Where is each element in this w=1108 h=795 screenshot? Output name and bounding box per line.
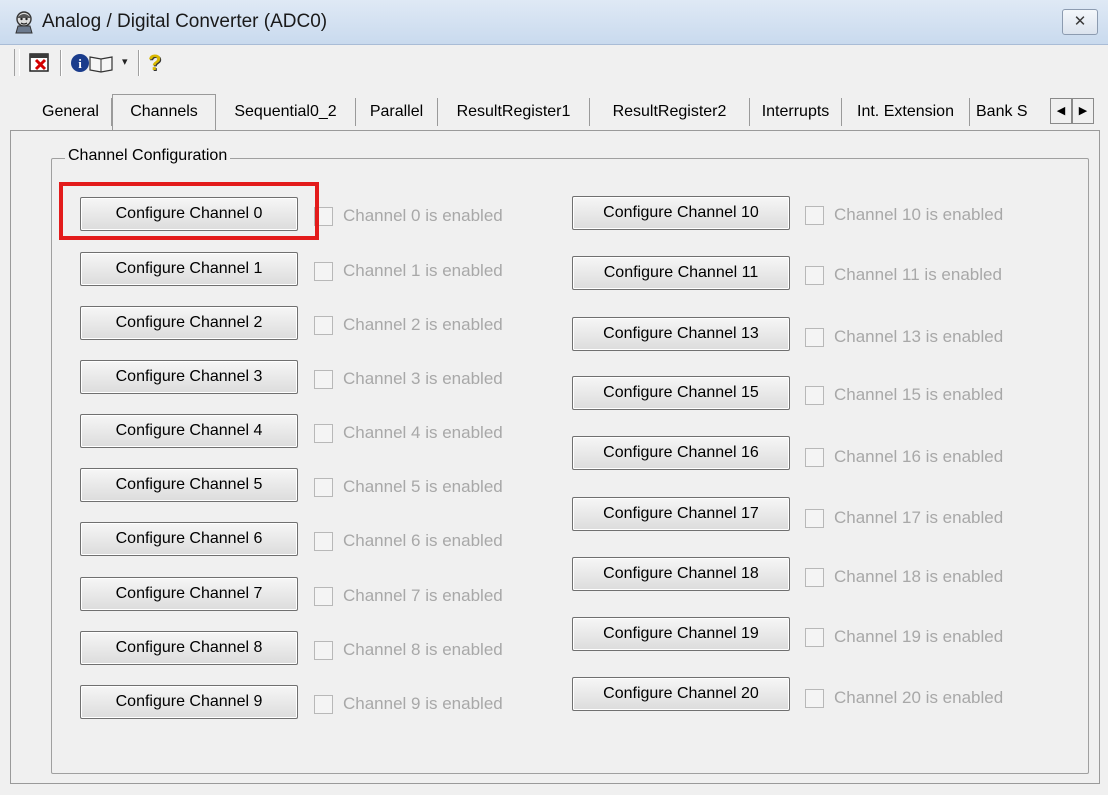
- group-title: Channel Configuration: [65, 147, 231, 165]
- channel-4-enabled-checkbox[interactable]: [314, 424, 333, 443]
- channel-9-enabled-label: Channel 9 is enabled: [343, 694, 503, 713]
- channel-15-enabled-checkbox[interactable]: [805, 386, 824, 405]
- channel-11-enabled-label: Channel 11 is enabled: [834, 265, 1002, 284]
- tab-resultregister1[interactable]: ResultRegister1: [438, 98, 590, 126]
- channel-20-enabled-checkbox[interactable]: [805, 689, 824, 708]
- info-book-icon[interactable]: i: [70, 51, 114, 75]
- channel-16-enabled-label: Channel 16 is enabled: [834, 447, 1004, 466]
- channel-8-enabled-checkbox[interactable]: [314, 641, 333, 660]
- channel-13-enabled-label: Channel 13 is enabled: [834, 327, 1004, 346]
- tab-int-extension[interactable]: Int. Extension: [842, 98, 970, 126]
- configure-channel-13-button[interactable]: Configure Channel 13: [572, 317, 790, 351]
- channel-6-enabled-label: Channel 6 is enabled: [343, 531, 503, 550]
- window-title: Analog / Digital Converter (ADC0): [42, 11, 328, 32]
- channel-4-enabled-label: Channel 4 is enabled: [343, 423, 503, 442]
- channel-10-enabled-label: Channel 10 is enabled: [834, 205, 1004, 224]
- channel-3-enabled-label: Channel 3 is enabled: [343, 369, 503, 388]
- tab-general[interactable]: General: [30, 98, 112, 126]
- channel-8-enabled-label: Channel 8 is enabled: [343, 640, 503, 659]
- configure-channel-7-button[interactable]: Configure Channel 7: [80, 577, 298, 611]
- channel-20-enabled-label: Channel 20 is enabled: [834, 688, 1004, 707]
- toolbar-separator: [138, 50, 140, 76]
- tab-sequential0-2[interactable]: Sequential0_2: [216, 98, 356, 126]
- configure-channel-16-button[interactable]: Configure Channel 16: [572, 436, 790, 470]
- title-bar: Analog / Digital Converter (ADC0) ✕: [0, 0, 1108, 45]
- channel-5-enabled-checkbox[interactable]: [314, 478, 333, 497]
- configure-channel-9-button[interactable]: Configure Channel 9: [80, 685, 298, 719]
- channel-6-enabled-checkbox[interactable]: [314, 532, 333, 551]
- channel-15-enabled-label: Channel 15 is enabled: [834, 385, 1004, 404]
- channel-16-enabled-checkbox[interactable]: [805, 448, 824, 467]
- close-window-icon[interactable]: [28, 51, 52, 75]
- channel-1-enabled-checkbox[interactable]: [314, 262, 333, 281]
- toolbar-separator: [60, 50, 62, 76]
- configure-channel-6-button[interactable]: Configure Channel 6: [80, 522, 298, 556]
- channel-7-enabled-checkbox[interactable]: [314, 587, 333, 606]
- configure-channel-10-button[interactable]: Configure Channel 10: [572, 196, 790, 230]
- channel-17-enabled-label: Channel 17 is enabled: [834, 508, 1004, 527]
- configure-channel-18-button[interactable]: Configure Channel 18: [572, 557, 790, 591]
- channel-0-enabled-label: Channel 0 is enabled: [343, 206, 503, 225]
- tab-resultregister2[interactable]: ResultRegister2: [590, 98, 750, 126]
- highlight-annotation-box: [59, 182, 319, 240]
- configure-channel-5-button[interactable]: Configure Channel 5: [80, 468, 298, 502]
- channel-18-enabled-label: Channel 18 is enabled: [834, 567, 1004, 586]
- channel-17-enabled-checkbox[interactable]: [805, 509, 824, 528]
- configure-channel-8-button[interactable]: Configure Channel 8: [80, 631, 298, 665]
- configure-channel-15-button[interactable]: Configure Channel 15: [572, 376, 790, 410]
- configure-channel-17-button[interactable]: Configure Channel 17: [572, 497, 790, 531]
- tab-interrupts[interactable]: Interrupts: [750, 98, 842, 126]
- configure-channel-3-button[interactable]: Configure Channel 3: [80, 360, 298, 394]
- help-icon[interactable]: ?: [148, 51, 172, 75]
- configure-channel-2-button[interactable]: Configure Channel 2: [80, 306, 298, 340]
- channel-19-enabled-checkbox[interactable]: [805, 628, 824, 647]
- configure-channel-1-button[interactable]: Configure Channel 1: [80, 252, 298, 286]
- tab-channels[interactable]: Channels: [112, 94, 216, 130]
- close-icon: ✕: [1073, 13, 1087, 30]
- app-face-icon: [15, 11, 33, 34]
- configure-channel-19-button[interactable]: Configure Channel 19: [572, 617, 790, 651]
- dropdown-arrow-icon[interactable]: ▾: [122, 55, 128, 68]
- channel-19-enabled-label: Channel 19 is enabled: [834, 627, 1004, 646]
- configure-channel-20-button[interactable]: Configure Channel 20: [572, 677, 790, 711]
- toolbar-grip[interactable]: [14, 49, 20, 76]
- channel-11-enabled-checkbox[interactable]: [805, 266, 824, 285]
- channel-5-enabled-label: Channel 5 is enabled: [343, 477, 503, 496]
- close-button[interactable]: ✕: [1062, 9, 1098, 35]
- channel-7-enabled-label: Channel 7 is enabled: [343, 586, 503, 605]
- channel-1-enabled-label: Channel 1 is enabled: [343, 261, 503, 280]
- configure-channel-11-button[interactable]: Configure Channel 11: [572, 256, 790, 290]
- channel-3-enabled-checkbox[interactable]: [314, 370, 333, 389]
- tab-scroll-right-icon[interactable]: ▶: [1072, 98, 1094, 124]
- toolbar: i ▾ ?: [0, 45, 1108, 83]
- channel-2-enabled-label: Channel 2 is enabled: [343, 315, 503, 334]
- tab-parallel[interactable]: Parallel: [356, 98, 438, 126]
- tab-strip: General Channels Sequential0_2 Parallel …: [26, 94, 1094, 130]
- configure-channel-4-button[interactable]: Configure Channel 4: [80, 414, 298, 448]
- tab-scroll-left-icon[interactable]: ◀: [1050, 98, 1072, 124]
- tab-bank-s[interactable]: Bank S: [970, 98, 1052, 126]
- channel-2-enabled-checkbox[interactable]: [314, 316, 333, 335]
- channel-9-enabled-checkbox[interactable]: [314, 695, 333, 714]
- channel-13-enabled-checkbox[interactable]: [805, 328, 824, 347]
- channel-18-enabled-checkbox[interactable]: [805, 568, 824, 587]
- adc-dialog-window: Analog / Digital Converter (ADC0) ✕ i ▾ …: [0, 0, 1108, 795]
- channel-10-enabled-checkbox[interactable]: [805, 206, 824, 225]
- svg-text:i: i: [78, 56, 82, 71]
